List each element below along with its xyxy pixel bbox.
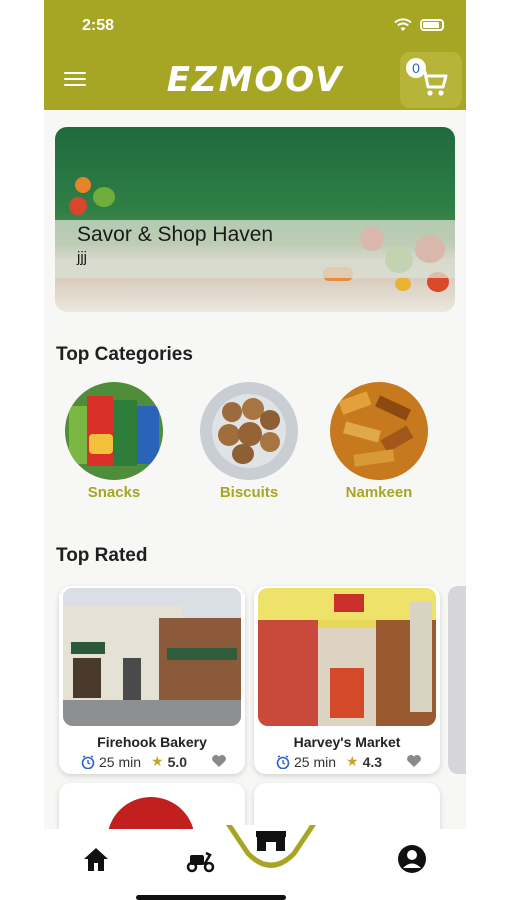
menu-button[interactable] — [64, 72, 86, 88]
store-nav-button[interactable] — [226, 825, 316, 875]
clock-icon — [81, 754, 95, 769]
harveys-market-image — [258, 588, 436, 726]
cart-button[interactable]: 0 — [400, 52, 462, 108]
category-label: Namkeen — [345, 484, 413, 501]
status-icons — [394, 18, 444, 32]
store-meta: 25 min ★ 4.3 — [276, 753, 382, 770]
banner-subtitle: jjj — [77, 249, 87, 266]
app-header: 2:58 EZMOOV 0 — [44, 0, 466, 110]
wifi-icon — [394, 18, 412, 31]
store-meta: 25 min ★ 5.0 — [81, 753, 187, 770]
home-icon[interactable] — [80, 843, 112, 875]
status-time: 2:58 — [82, 17, 115, 34]
delivery-time: 25 min — [294, 753, 337, 770]
bottom-nav — [44, 825, 466, 900]
top-rated-heading: Top Rated — [56, 545, 148, 566]
profile-icon[interactable] — [396, 843, 428, 875]
star-icon: ★ — [346, 753, 359, 769]
app-screen: 2:58 EZMOOV 0 Savor & Shop Haven jjj Top… — [44, 0, 466, 900]
category-namkeen[interactable]: Namkeen — [329, 382, 429, 501]
star-icon: ★ — [151, 753, 164, 769]
store-card-harveys[interactable]: Harvey's Market 25 min ★ 4.3 — [254, 586, 440, 774]
store-card-firehook[interactable]: Firehook Bakery 25 min ★ 5.0 — [59, 586, 245, 774]
home-indicator — [136, 895, 286, 900]
clock-icon — [276, 754, 290, 769]
category-list: Snacks Biscuits Namkeen — [44, 382, 466, 502]
category-snacks[interactable]: Snacks — [64, 382, 164, 501]
favorite-icon[interactable] — [406, 754, 422, 768]
store-rating: 4.3 — [362, 753, 383, 770]
scooter-icon[interactable] — [184, 843, 216, 875]
promo-banner[interactable]: Savor & Shop Haven jjj — [55, 127, 455, 312]
cart-icon — [420, 70, 448, 96]
category-label: Biscuits — [219, 484, 279, 501]
firehook-bakery-image — [63, 588, 241, 726]
store-card-partial[interactable] — [448, 586, 466, 774]
store-name: Firehook Bakery — [97, 734, 207, 750]
brand-logo: EZMOOV — [166, 60, 344, 100]
top-categories-heading: Top Categories — [56, 344, 193, 365]
banner-title: Savor & Shop Haven — [77, 223, 274, 246]
delivery-time: 25 min — [99, 753, 142, 770]
store-rating: 5.0 — [167, 753, 188, 770]
category-biscuits[interactable]: Biscuits — [199, 382, 299, 501]
snacks-image — [65, 382, 163, 480]
namkeen-image — [330, 382, 428, 480]
category-label: Snacks — [87, 484, 141, 501]
store-name: Harvey's Market — [293, 734, 401, 750]
battery-icon — [420, 19, 444, 31]
biscuits-image — [200, 382, 298, 480]
favorite-icon[interactable] — [211, 754, 227, 768]
